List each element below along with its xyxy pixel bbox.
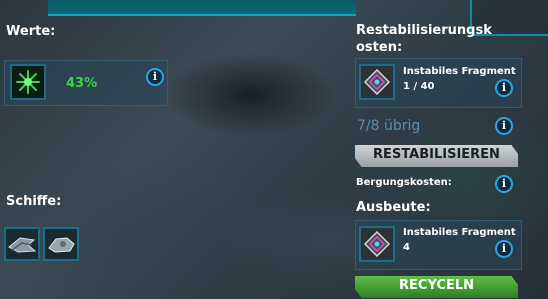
ship-slot-1[interactable] — [4, 227, 40, 261]
stat-slot[interactable] — [10, 64, 46, 100]
green-star-icon — [12, 66, 44, 98]
cost-item-info-icon[interactable]: i — [495, 79, 513, 97]
restabilize-button[interactable]: RESTABILISIEREN — [355, 145, 518, 167]
ship-b-icon — [45, 229, 77, 259]
fragment-icon — [361, 228, 393, 260]
ship-a-icon — [6, 229, 38, 259]
yield-item-name: Instabiles Fragment — [403, 227, 516, 238]
ships-label: Schiffe: — [6, 194, 62, 209]
yield-item-count: 4 — [403, 242, 410, 253]
yield-label: Ausbeute: — [356, 200, 431, 215]
percent-value: 43% — [66, 76, 98, 91]
cost-item-slot[interactable] — [359, 64, 395, 100]
remaining-info-icon[interactable]: i — [495, 117, 513, 135]
restab-cost-label-line2: osten: — [356, 40, 403, 55]
fragment-icon — [361, 66, 393, 98]
remaining-text: 7/8 übrig — [357, 118, 421, 134]
salvage-cost-label: Bergungskosten: — [356, 177, 452, 188]
values-label: Werte: — [6, 24, 56, 39]
salvage-cost-info-icon[interactable]: i — [495, 175, 513, 193]
top-bar — [48, 0, 356, 16]
ship-slot-2[interactable] — [43, 227, 79, 261]
restab-cost-label-line1: Restabilisierungsk — [356, 23, 492, 38]
recycle-button[interactable]: RECYCELN — [355, 276, 518, 298]
yield-item-slot[interactable] — [359, 226, 395, 262]
cost-item-name: Instabiles Fragment — [403, 66, 516, 77]
yield-item-info-icon[interactable]: i — [495, 240, 513, 258]
cost-item-count: 1 / 40 — [403, 81, 435, 92]
values-info-icon[interactable]: i — [146, 68, 164, 86]
